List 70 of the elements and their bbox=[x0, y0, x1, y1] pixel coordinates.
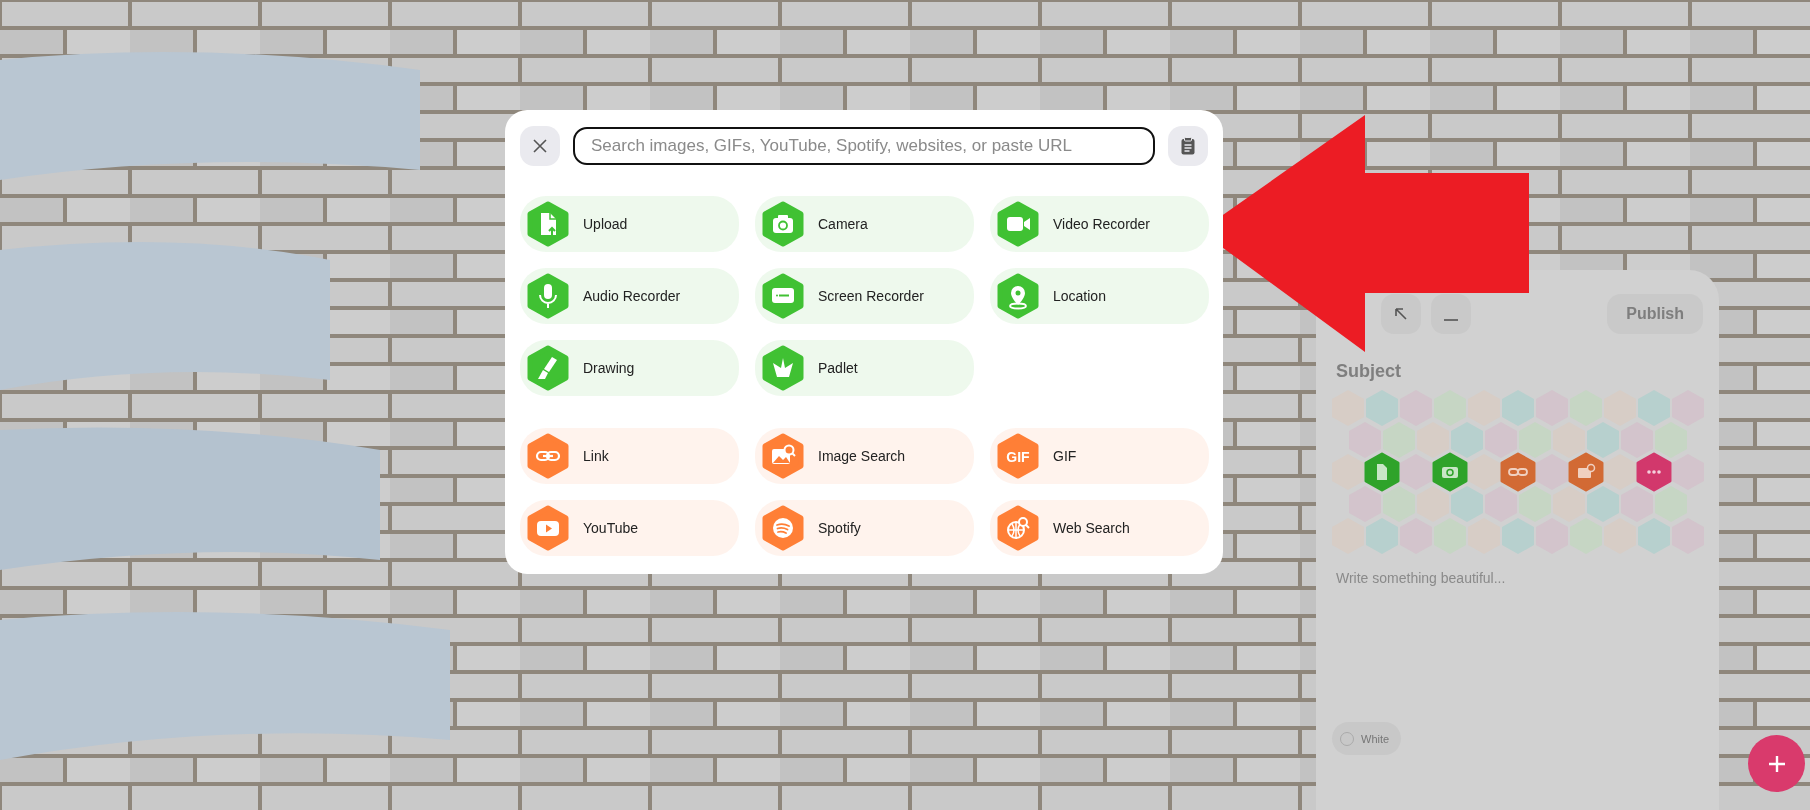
plus-icon bbox=[1767, 754, 1786, 773]
hexagon-decoration bbox=[1587, 422, 1619, 458]
attachment-option[interactable]: Camera bbox=[755, 196, 974, 252]
hexagon-decoration bbox=[1417, 422, 1449, 458]
hexagon-decoration bbox=[1400, 454, 1432, 490]
attachment-option[interactable]: Screen Recorder bbox=[755, 268, 974, 324]
file-upload-icon[interactable] bbox=[1364, 452, 1400, 492]
hexagon-decoration bbox=[1638, 390, 1670, 426]
hexagon-decoration bbox=[1332, 454, 1364, 490]
hexagon-decoration bbox=[1519, 422, 1551, 458]
attachment-option[interactable]: Audio Recorder bbox=[520, 268, 739, 324]
hexagon-decoration bbox=[1621, 486, 1653, 522]
attachment-option[interactable]: Upload bbox=[520, 196, 739, 252]
hexagon-decoration bbox=[1553, 486, 1585, 522]
close-button[interactable] bbox=[520, 126, 560, 166]
more-icon[interactable] bbox=[1636, 452, 1672, 492]
hexagon-decoration bbox=[1383, 422, 1415, 458]
attachment-option[interactable]: Video Recorder bbox=[990, 196, 1209, 252]
paste-button[interactable] bbox=[1168, 126, 1208, 166]
hexagon-decoration bbox=[1604, 390, 1636, 426]
expand-button[interactable] bbox=[1381, 294, 1421, 334]
clipboard-icon bbox=[1181, 137, 1195, 155]
hexagon-decoration bbox=[1621, 422, 1653, 458]
attachment-option[interactable]: Link bbox=[520, 428, 739, 484]
image-search-icon[interactable] bbox=[1568, 452, 1604, 492]
search-field[interactable]: Search images, GIFs, YouTube, Spotify, websites, or paste URL bbox=[573, 127, 1155, 165]
hexagon-decoration bbox=[1570, 390, 1602, 426]
attachment-option[interactable]: Web Search bbox=[990, 500, 1209, 556]
hexagon-decoration bbox=[1468, 518, 1500, 554]
hexagon-decoration bbox=[1655, 486, 1687, 522]
color-label: White bbox=[1361, 732, 1390, 745]
minimize-icon bbox=[1444, 319, 1458, 321]
hexagon-decoration bbox=[1604, 518, 1636, 554]
camera-icon[interactable] bbox=[1432, 452, 1468, 492]
attachment-option[interactable]: YouTube bbox=[520, 500, 739, 556]
hexagon-decoration bbox=[1451, 486, 1483, 522]
hexagon-decoration bbox=[1604, 454, 1636, 490]
hexagon-decoration bbox=[1536, 454, 1568, 490]
hexagon-decoration bbox=[1383, 486, 1415, 522]
attachment-option[interactable]: GIF GIF bbox=[990, 428, 1209, 484]
attachment-option[interactable]: Padlet bbox=[755, 340, 974, 396]
hexagon-decoration bbox=[1587, 486, 1619, 522]
gif-icon: GIF bbox=[995, 433, 1041, 479]
attachment-option[interactable]: Drawing bbox=[520, 340, 739, 396]
hexagon-decoration bbox=[1502, 518, 1534, 554]
hexagon-decoration bbox=[1502, 390, 1534, 426]
attachment-option[interactable]: Location bbox=[990, 268, 1209, 324]
hexagon-decoration bbox=[1553, 422, 1585, 458]
attachment-option[interactable]: Spotify bbox=[755, 500, 974, 556]
hexagon-decoration bbox=[1417, 486, 1449, 522]
hexagon-decoration bbox=[1468, 390, 1500, 426]
arrow-up-left-icon bbox=[1393, 306, 1409, 322]
hexagon-decoration bbox=[1485, 422, 1517, 458]
hexagon-decoration bbox=[1349, 486, 1381, 522]
hexagon-decoration bbox=[1451, 422, 1483, 458]
hexagon-decoration bbox=[1638, 518, 1670, 554]
hexagon-decoration bbox=[1570, 518, 1602, 554]
hexagon-decoration bbox=[1366, 390, 1398, 426]
hexagon-decoration bbox=[1468, 454, 1500, 490]
hexagon-decoration bbox=[1434, 518, 1466, 554]
hexagon-decoration bbox=[1349, 422, 1381, 458]
hexagon-decoration bbox=[1655, 422, 1687, 458]
hexagon-decoration bbox=[1366, 518, 1398, 554]
close-icon bbox=[533, 139, 547, 153]
hexagon-decoration bbox=[1519, 486, 1551, 522]
hexagon-decoration bbox=[1434, 390, 1466, 426]
attachment-option[interactable]: Image Search bbox=[755, 428, 974, 484]
link-icon[interactable] bbox=[1500, 452, 1536, 492]
hexagon-decoration bbox=[1485, 486, 1517, 522]
hexagon-decoration bbox=[1672, 454, 1704, 490]
